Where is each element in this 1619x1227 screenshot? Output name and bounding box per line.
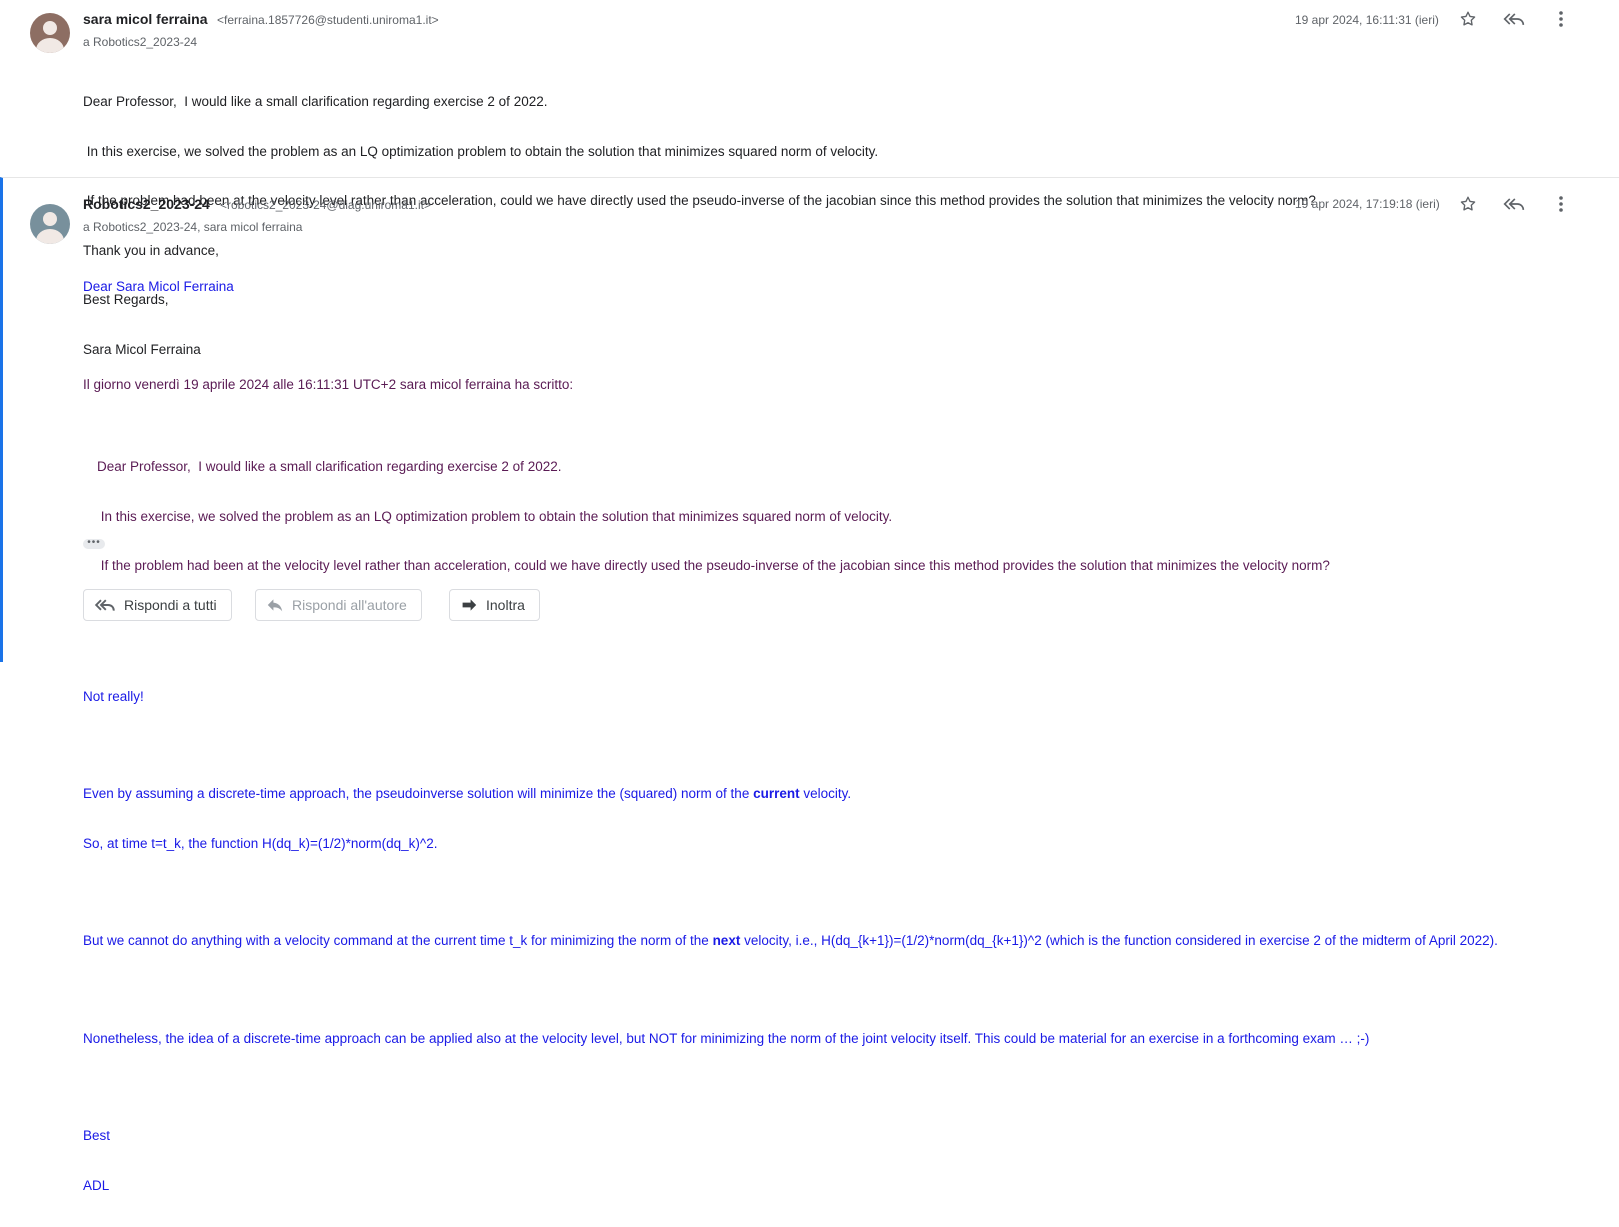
- message-1: sara micol ferraina <ferraina.1857726@st…: [0, 0, 1619, 357]
- forward-label: Inoltra: [486, 597, 525, 613]
- quoted-text: Dear Professor, I would like a small cla…: [97, 426, 1498, 608]
- reply-all-icon[interactable]: [1502, 7, 1526, 31]
- reply-author-button[interactable]: Rispondi all'autore: [255, 589, 422, 621]
- emphasis-next: next: [712, 933, 741, 948]
- reply-line: Not really!: [83, 688, 144, 704]
- reply-all-icon[interactable]: [1502, 192, 1526, 216]
- reply-line: So, at time t=t_k, the function H(dq_k)=…: [83, 835, 438, 851]
- emphasis-current: current: [753, 786, 800, 801]
- show-trimmed-content-button[interactable]: •••: [83, 538, 105, 549]
- reply-all-icon: [94, 599, 115, 611]
- reply-line: Nonetheless, the idea of a discrete-time…: [83, 1030, 1370, 1046]
- reply-all-label: Rispondi a tutti: [124, 597, 217, 613]
- recipients[interactable]: a Robotics2_2023-24: [83, 35, 197, 49]
- quote-header: Il giorno venerdì 19 aprile 2024 alle 16…: [83, 376, 574, 392]
- star-icon[interactable]: [1456, 7, 1480, 31]
- reply-all-button[interactable]: Rispondi a tutti: [83, 589, 232, 621]
- message-date: 19 apr 2024, 16:11:31 (ieri): [1295, 13, 1439, 27]
- sender-name[interactable]: sara micol ferraina: [83, 11, 208, 27]
- message-2: Robotics2_2023-24 <robotics2_2023-24@dia…: [0, 177, 1619, 1193]
- forward-icon: [462, 599, 477, 611]
- body-line: Dear Professor, I would like a small cla…: [83, 94, 548, 109]
- sender-email: <ferraina.1857726@studenti.uniroma1.it>: [217, 13, 439, 27]
- more-vert-icon[interactable]: [1549, 192, 1573, 216]
- star-icon[interactable]: [1456, 192, 1480, 216]
- sender-name[interactable]: Robotics2_2023-24: [83, 196, 210, 212]
- signature-line: ADL: [83, 1177, 110, 1193]
- greeting: Dear Sara Micol Ferraina: [83, 279, 234, 294]
- reply-icon: [267, 599, 283, 612]
- message-body: Dear Sara Micol Ferraina Il giorno vener…: [83, 246, 1498, 1227]
- avatar[interactable]: [30, 204, 70, 244]
- message-date: 19 apr 2024, 17:19:18 (ieri): [1295, 197, 1440, 211]
- quote-line: In this exercise, we solved the problem …: [97, 508, 893, 524]
- signature-line: Best: [83, 1128, 111, 1143]
- sender-email: <robotics2_2023-24@diag.uniroma1.it>: [220, 198, 431, 212]
- reply-author-label: Rispondi all'autore: [292, 597, 407, 613]
- body-line: In this exercise, we solved the problem …: [83, 143, 879, 159]
- quote-line: If the problem had been at the velocity …: [97, 558, 1330, 573]
- reply-line: Even by assuming a discrete-time approac…: [83, 786, 852, 801]
- forward-button[interactable]: Inoltra: [449, 589, 540, 621]
- recipients[interactable]: a Robotics2_2023-24, sara micol ferraina: [83, 220, 302, 234]
- reply-line: But we cannot do anything with a velocit…: [83, 933, 1498, 948]
- more-vert-icon[interactable]: [1549, 7, 1573, 31]
- quote-line: Dear Professor, I would like a small cla…: [97, 459, 562, 474]
- avatar[interactable]: [30, 13, 70, 53]
